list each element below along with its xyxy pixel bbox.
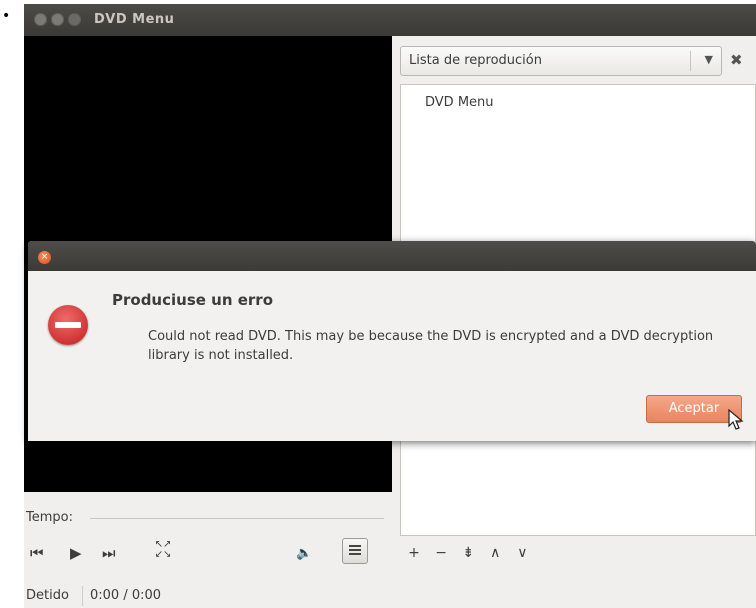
next-icon[interactable]: ⏭: [102, 544, 116, 562]
playlist-icon: [349, 545, 361, 547]
play-icon[interactable]: ▶: [70, 544, 82, 562]
playlist-item[interactable]: DVD Menu: [425, 95, 494, 110]
window-title: DVD Menu: [94, 12, 175, 27]
add-icon[interactable]: +: [404, 545, 424, 561]
window-maximize-button[interactable]: [68, 13, 81, 26]
previous-icon[interactable]: ⏮: [30, 544, 44, 562]
tempo-label: Tempo:: [26, 510, 73, 525]
move-down-icon[interactable]: ∨: [512, 545, 532, 561]
status-bar: Detido 0:00 / 0:00: [24, 584, 400, 608]
fullscreen-icon[interactable]: ↖↗ ↙↘: [152, 540, 174, 560]
list-bullet: •: [2, 8, 11, 24]
playback-status: Detido: [26, 588, 69, 603]
remove-icon[interactable]: −: [431, 545, 451, 561]
status-divider: [82, 586, 83, 606]
window-minimize-button[interactable]: [51, 13, 64, 26]
combo-separator: [690, 51, 691, 71]
playlist-selector[interactable]: Lista de reprodución ▼: [400, 46, 722, 76]
close-icon[interactable]: ✖: [730, 51, 743, 69]
chevron-down-icon: ▼: [704, 53, 713, 66]
mouse-pointer-icon: [728, 409, 744, 430]
time-readout: 0:00 / 0:00: [90, 588, 162, 603]
dialog-message: Could not read DVD. This may be because …: [148, 329, 714, 363]
move-up-icon[interactable]: ∧: [485, 545, 505, 561]
seek-bar[interactable]: [90, 518, 384, 519]
volume-muted-icon[interactable]: 🔈: [296, 546, 312, 561]
save-icon[interactable]: ⇟: [458, 545, 478, 561]
dialog-close-button[interactable]: ×: [38, 251, 51, 264]
playlist-selector-label: Lista de reprodución: [409, 53, 542, 68]
dialog-heading: Produciuse un erro: [112, 291, 274, 309]
error-dialog: × Produciuse un erro Could not read DVD.…: [28, 241, 756, 441]
dialog-titlebar: ×: [28, 241, 756, 271]
titlebar: DVD Menu: [24, 4, 756, 36]
window-close-button[interactable]: [34, 13, 47, 26]
playlist-toolbar: + − ⇟ ∧ ∨: [404, 542, 534, 561]
playlist-toggle-button[interactable]: [342, 538, 368, 564]
error-icon: [48, 305, 88, 345]
